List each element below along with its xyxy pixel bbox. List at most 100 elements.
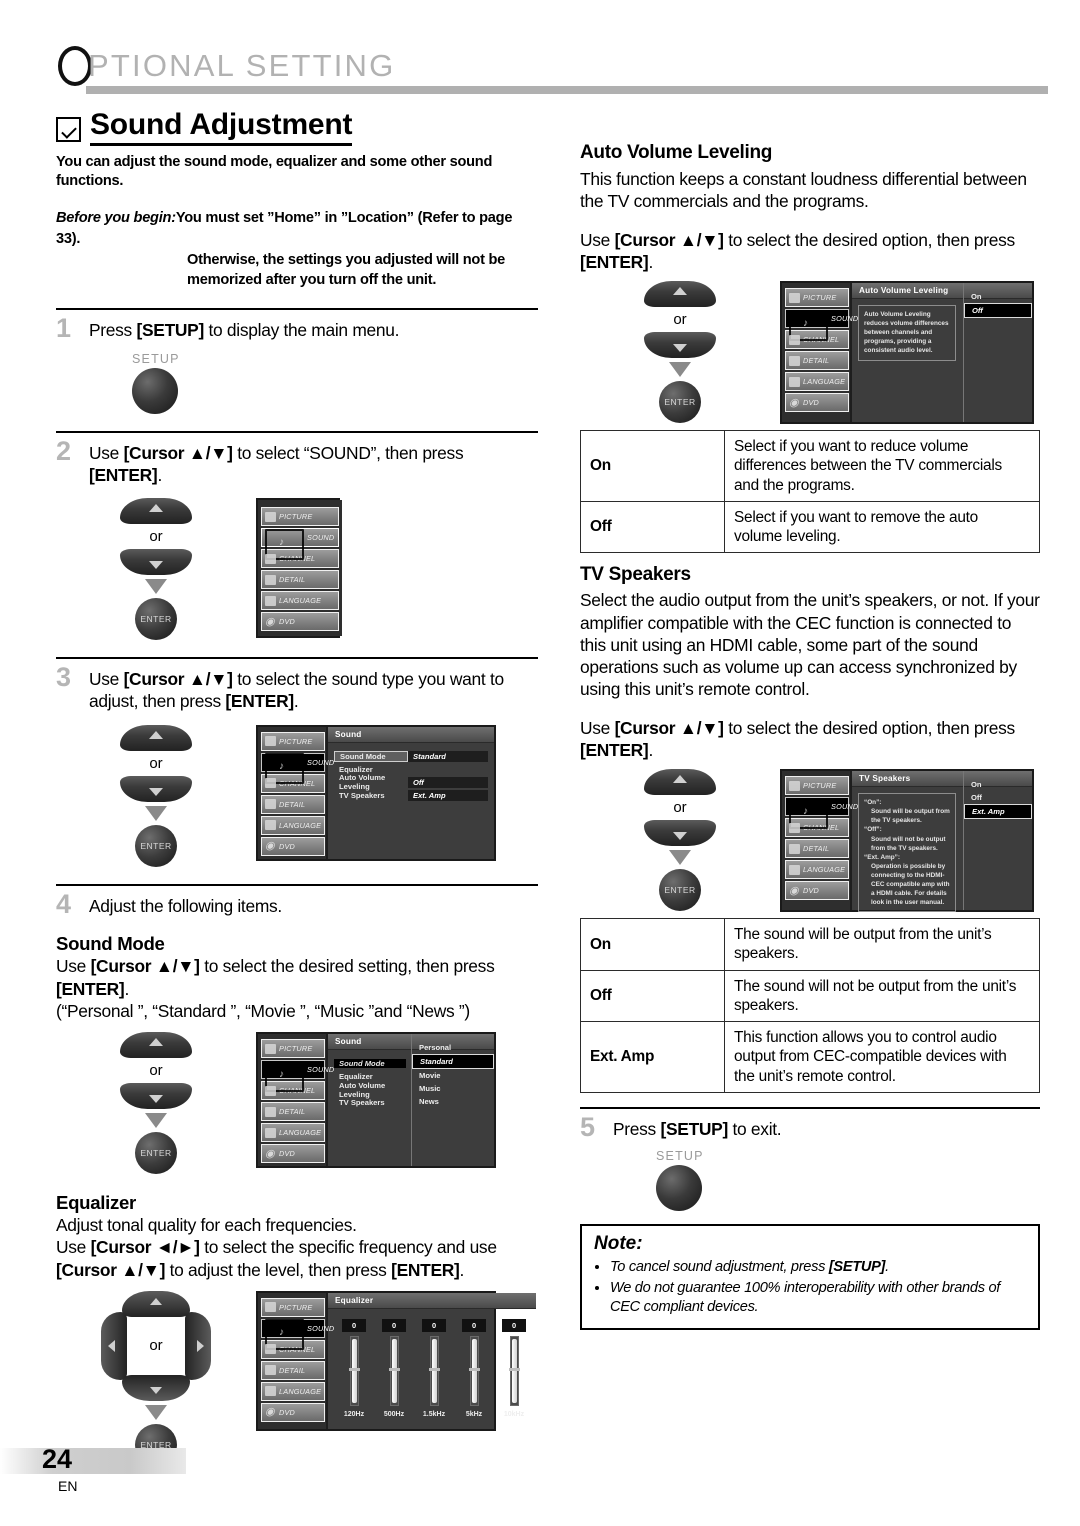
osd-rows: Sound Mode Standard Equalizer Auto Volume… bbox=[328, 743, 494, 809]
row-key: On bbox=[580, 430, 725, 502]
osd-row[interactable]: Auto Volume Leveling bbox=[334, 1081, 406, 1099]
eq-band[interactable]: 0 5kHz bbox=[462, 1318, 486, 1418]
osd-item-picture[interactable]: PICTURE bbox=[785, 288, 849, 308]
eq-slider[interactable] bbox=[348, 1335, 360, 1406]
osd-item-language[interactable]: LANGUAGE bbox=[261, 815, 325, 835]
osd-row[interactable]: Sound Mode bbox=[334, 1057, 406, 1070]
osd-item-picture[interactable]: PICTURE bbox=[261, 731, 325, 751]
cursor-down-button[interactable] bbox=[120, 775, 192, 802]
eq-band[interactable]: 0 120Hz bbox=[342, 1318, 366, 1418]
eq-slider[interactable] bbox=[468, 1335, 480, 1406]
osd-item-picture[interactable]: PICTURE bbox=[785, 776, 849, 796]
osd-item-sound[interactable]: ♪ SOUND bbox=[261, 1060, 334, 1092]
disc-icon: ◉ bbox=[789, 396, 799, 409]
osd-item-picture[interactable]: PICTURE bbox=[261, 1039, 325, 1059]
cursor-pad[interactable]: or bbox=[101, 1290, 211, 1401]
eq-slider[interactable] bbox=[508, 1335, 520, 1406]
eq-band[interactable]: 0 10kHz bbox=[502, 1318, 526, 1418]
osd-item-detail[interactable]: DETAIL bbox=[785, 839, 849, 859]
row-key: Ext. Amp bbox=[580, 1021, 725, 1093]
eq-slider[interactable] bbox=[388, 1335, 400, 1406]
enter-button[interactable]: ENTER bbox=[135, 824, 177, 867]
osd-row[interactable]: TV Speakers Ext. Amp bbox=[334, 789, 488, 802]
cursor-up-button[interactable] bbox=[120, 724, 192, 751]
osd-item-language[interactable]: LANGUAGE bbox=[785, 372, 849, 392]
osd-item-language[interactable]: LANGUAGE bbox=[261, 1381, 325, 1401]
osd-item-dvd[interactable]: ◉ DVD bbox=[261, 836, 325, 856]
cursor-keys-group: or ENTER bbox=[56, 1032, 256, 1175]
eq-value: 0 bbox=[462, 1318, 486, 1332]
language-icon bbox=[265, 1386, 276, 1397]
option-standard[interactable]: Standard bbox=[412, 1054, 494, 1070]
osd-item-detail[interactable]: DETAIL bbox=[261, 1102, 325, 1122]
step-2-text: Use [Cursor ▲/▼] to select “SOUND”, then… bbox=[89, 442, 464, 485]
osd-item-dvd[interactable]: ◉ DVD bbox=[261, 1144, 325, 1164]
osd-label: PICTURE bbox=[279, 1044, 313, 1054]
option-on[interactable]: On bbox=[964, 290, 1032, 303]
section-lead: You can adjust the sound mode, equalizer… bbox=[56, 153, 493, 189]
option-music[interactable]: Music bbox=[412, 1082, 494, 1095]
divider bbox=[56, 883, 538, 886]
osd-item-dvd[interactable]: ◉ DVD bbox=[785, 881, 849, 901]
enter-button[interactable]: ENTER bbox=[659, 381, 701, 424]
cursor-down-button[interactable] bbox=[644, 332, 716, 359]
osd-item-dvd[interactable]: ◉ DVD bbox=[261, 612, 339, 632]
or-label: or bbox=[673, 311, 687, 329]
cursor-down-button[interactable] bbox=[120, 1083, 192, 1110]
osd-item-picture[interactable]: PICTURE bbox=[261, 1297, 325, 1317]
osd-row[interactable]: TV Speakers bbox=[334, 1096, 406, 1109]
osd-label: DVD bbox=[803, 398, 820, 408]
eq-frequency: 500Hz bbox=[383, 1410, 405, 1418]
option-movie[interactable]: Movie bbox=[412, 1069, 494, 1082]
tv-speakers-para1: Select the audio output from the unit’s … bbox=[580, 590, 1040, 700]
osd-item-picture[interactable]: PICTURE bbox=[261, 507, 339, 527]
osd-row-label: Sound Mode bbox=[334, 750, 408, 762]
cursor-up-button[interactable] bbox=[644, 769, 716, 796]
setup-button[interactable] bbox=[132, 367, 178, 414]
option-on[interactable]: On bbox=[964, 778, 1032, 791]
picture-icon bbox=[265, 1302, 276, 1313]
osd-item-detail[interactable]: DETAIL bbox=[261, 794, 325, 814]
osd-item-sound[interactable]: ♪ SOUND bbox=[261, 752, 334, 785]
option-ext-amp[interactable]: Ext. Amp bbox=[964, 804, 1032, 820]
step-1-text: Press [SETUP] to display the main menu. bbox=[89, 319, 400, 340]
osd-row-value: Off bbox=[408, 776, 488, 788]
cursor-down-button[interactable] bbox=[120, 549, 192, 576]
cursor-up-button[interactable] bbox=[644, 281, 716, 308]
cursor-down-button[interactable] bbox=[644, 820, 716, 847]
osd-item-sound[interactable]: ♪ SOUND bbox=[785, 309, 858, 341]
osd-row[interactable]: Auto Volume Leveling Off bbox=[334, 773, 488, 791]
osd-item-dvd[interactable]: ◉ DVD bbox=[261, 1402, 325, 1422]
osd-item-detail[interactable]: DETAIL bbox=[785, 351, 849, 371]
eq-band[interactable]: 0 1.5kHz bbox=[422, 1318, 446, 1418]
osd-item-language[interactable]: LANGUAGE bbox=[785, 860, 849, 880]
note-box: Note: To cancel sound adjustment, press … bbox=[580, 1223, 1040, 1330]
enter-button[interactable]: ENTER bbox=[135, 598, 177, 641]
osd-item-sound[interactable]: ♪ SOUND bbox=[785, 797, 858, 829]
osd-item-detail[interactable]: DETAIL bbox=[261, 1360, 325, 1380]
step-1-number: 1 bbox=[56, 312, 72, 343]
setup-button[interactable] bbox=[656, 1164, 702, 1211]
eq-band[interactable]: 0 500Hz bbox=[382, 1318, 406, 1418]
option-news[interactable]: News bbox=[412, 1095, 494, 1108]
osd-item-language[interactable]: LANGUAGE bbox=[261, 1123, 325, 1143]
osd-item-language[interactable]: LANGUAGE bbox=[261, 591, 339, 611]
osd-desc-off-key: “Off”: bbox=[864, 826, 882, 834]
auto-volume-figure: or ENTER PICTURE ♪ SOUND CHANNEL DETAIL L… bbox=[580, 281, 1040, 425]
osd-item-sound[interactable]: ♪ SOUND bbox=[261, 528, 339, 560]
option-off[interactable]: Off bbox=[964, 791, 1032, 804]
cursor-up-button[interactable] bbox=[120, 1032, 192, 1059]
option-off[interactable]: Off bbox=[964, 303, 1032, 319]
row-key: On bbox=[580, 918, 725, 971]
enter-button[interactable]: ENTER bbox=[135, 1132, 177, 1175]
cursor-up-button[interactable] bbox=[120, 498, 192, 525]
tv-speakers-heading: TV Speakers bbox=[580, 564, 691, 586]
osd-row[interactable]: Sound Mode Standard bbox=[334, 750, 488, 763]
or-label: or bbox=[149, 528, 163, 546]
osd-item-detail[interactable]: DETAIL bbox=[261, 570, 339, 590]
eq-slider[interactable] bbox=[428, 1335, 440, 1406]
enter-button[interactable]: ENTER bbox=[659, 869, 701, 912]
osd-item-sound[interactable]: ♪ SOUND bbox=[261, 1318, 334, 1351]
option-personal[interactable]: Personal bbox=[412, 1041, 494, 1054]
osd-item-dvd[interactable]: ◉ DVD bbox=[785, 393, 849, 413]
